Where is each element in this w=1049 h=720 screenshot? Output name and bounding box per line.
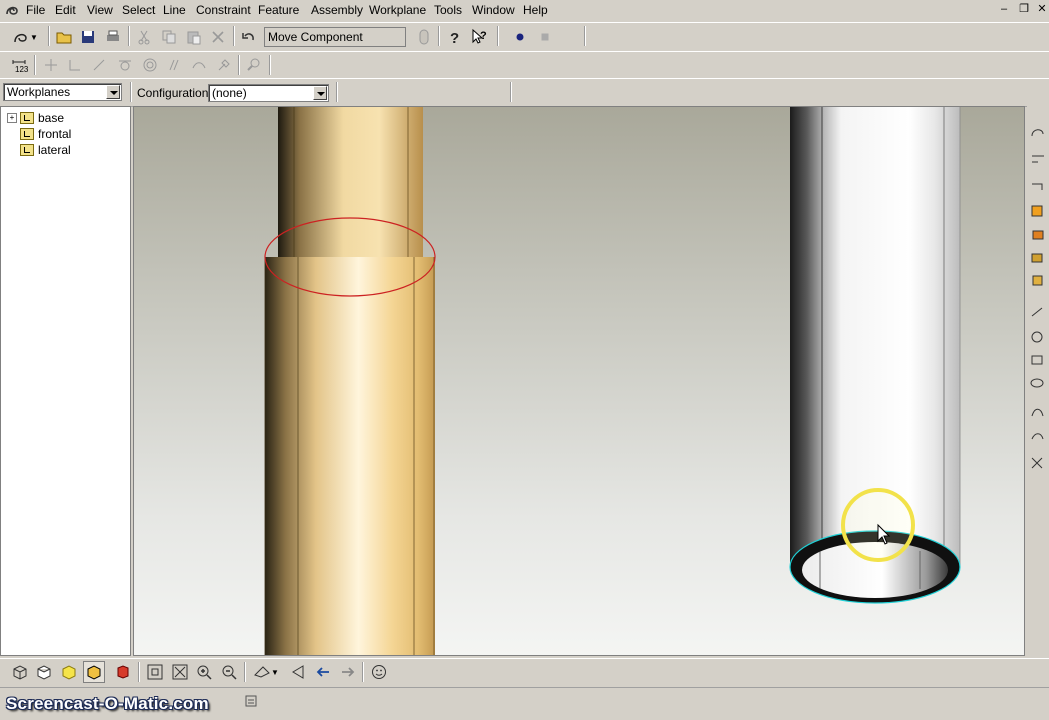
cut-icon[interactable] <box>133 26 155 48</box>
menu-view[interactable]: View <box>87 3 113 17</box>
menu-feature[interactable]: Feature <box>258 3 299 17</box>
tree-item-label: base <box>38 110 65 125</box>
app-logo-icon <box>4 2 20 21</box>
delete-icon[interactable] <box>207 26 229 48</box>
main-toolbar: ▼ Move Component ? ? <box>0 22 1049 52</box>
svg-text:?: ? <box>450 30 459 46</box>
menu-assembly[interactable]: Assembly <box>311 3 363 17</box>
configuration-label: Configuration: <box>137 86 212 100</box>
feature-toolbar <box>1027 106 1049 656</box>
smiley-icon[interactable] <box>368 661 390 683</box>
shaded-view-icon[interactable] <box>58 661 80 683</box>
gold-cylinder-upper <box>278 107 423 257</box>
close-icon[interactable]: ✕ <box>1034 2 1049 16</box>
sketch-tool-dropdown[interactable]: ▼ <box>8 26 42 48</box>
workplane-icon <box>20 127 34 140</box>
zoom-out-icon[interactable] <box>218 661 240 683</box>
svg-text:123: 123 <box>15 65 28 74</box>
configuration-select[interactable]: (none) <box>208 84 329 102</box>
3d-viewport[interactable] <box>133 106 1025 656</box>
stop-icon[interactable] <box>534 26 556 48</box>
save-icon[interactable] <box>77 26 99 48</box>
paste-icon[interactable] <box>183 26 205 48</box>
help-icon[interactable]: ? <box>443 26 465 48</box>
menu-workplane[interactable]: Workplane <box>369 3 426 17</box>
minimize-icon[interactable]: – <box>996 2 1012 16</box>
zoom-in-icon[interactable] <box>193 661 215 683</box>
wireframe-view-icon[interactable] <box>9 661 31 683</box>
menu-select[interactable]: Select <box>122 3 155 17</box>
menu-tools[interactable]: Tools <box>434 3 462 17</box>
view-orientation-icon <box>254 666 270 678</box>
menu-line[interactable]: Line <box>163 3 186 17</box>
constraint-coincident-icon[interactable] <box>40 54 62 76</box>
expand-icon[interactable]: + <box>7 112 17 123</box>
menu-window[interactable]: Window <box>472 3 515 17</box>
forward-arrow-icon[interactable] <box>337 661 359 683</box>
tree-item-label: frontal <box>38 126 72 141</box>
undo-icon[interactable] <box>238 26 260 48</box>
copy-icon[interactable] <box>158 26 180 48</box>
back-arrow-icon[interactable] <box>312 661 334 683</box>
hidden-line-view-icon[interactable] <box>33 661 55 683</box>
inspect-icon[interactable] <box>243 54 265 76</box>
constraint-parallel-icon[interactable] <box>163 54 185 76</box>
shaded-edges-view-icon[interactable] <box>83 661 105 683</box>
constraint-perpendicular-icon[interactable] <box>64 54 86 76</box>
constraint-angle-icon[interactable] <box>88 54 110 76</box>
dimension-icon[interactable]: 123 <box>8 54 30 76</box>
constraint-fix-icon[interactable] <box>213 54 235 76</box>
zoom-fit-icon[interactable] <box>144 661 166 683</box>
gold-cylinder-body <box>265 257 435 655</box>
constraint-tangent-icon[interactable] <box>114 54 136 76</box>
config-toolbar: Workplanes Configuration: (none) <box>0 78 1049 107</box>
record-icon[interactable] <box>509 26 531 48</box>
zoom-window-icon[interactable] <box>169 661 191 683</box>
context-help-icon[interactable]: ? <box>468 26 490 48</box>
gold-cylinder[interactable] <box>264 107 436 656</box>
sketch-icon <box>14 33 27 43</box>
view-toolbar: ▼ <box>0 658 1049 688</box>
chevron-down-icon[interactable] <box>313 86 327 100</box>
menu-help[interactable]: Help <box>523 3 548 17</box>
tree-item-frontal[interactable]: frontal <box>20 126 71 141</box>
workplane-icon <box>20 143 34 156</box>
material-view-icon[interactable] <box>112 661 134 683</box>
menu-edit[interactable]: Edit <box>55 3 76 17</box>
tree-item-lateral[interactable]: lateral <box>20 142 71 157</box>
workplane-icon <box>20 111 34 124</box>
print-icon[interactable] <box>102 26 124 48</box>
tree-item-base[interactable]: + base <box>7 110 64 125</box>
restore-icon[interactable]: ❐ <box>1016 2 1032 16</box>
constraint-symmetric-icon[interactable] <box>188 54 210 76</box>
feature-toolbar-icons <box>1030 129 1044 469</box>
viewport-scene <box>264 107 961 656</box>
status-tool-icon[interactable] <box>240 690 262 712</box>
svg-text:?: ? <box>480 30 487 42</box>
tree-item-label: lateral <box>38 142 71 157</box>
constraint-concentric-icon[interactable] <box>139 54 161 76</box>
sketch-toolbar: 123 <box>0 51 1049 79</box>
menu-bar: File Edit View Select Line Constraint Fe… <box>0 0 1049 20</box>
tree-filter-value: Workplanes <box>7 85 71 99</box>
chevron-down-icon[interactable] <box>106 85 120 99</box>
previous-view-icon[interactable] <box>287 661 309 683</box>
configuration-value: (none) <box>212 86 247 100</box>
tree-filter-select[interactable]: Workplanes <box>3 83 122 101</box>
menu-constraint[interactable]: Constraint <box>196 3 251 17</box>
workplane-tree: + base frontal lateral <box>0 106 131 656</box>
view-orientation-dropdown[interactable]: ▼ <box>250 661 282 683</box>
menu-file[interactable]: File <box>26 3 45 17</box>
command-field[interactable]: Move Component <box>264 27 406 47</box>
arc-tool-icon <box>1031 129 1044 137</box>
screencast-watermark: Screencast-O-Matic.com <box>6 694 209 713</box>
open-icon[interactable] <box>53 26 75 48</box>
pan-icon[interactable] <box>413 26 435 48</box>
